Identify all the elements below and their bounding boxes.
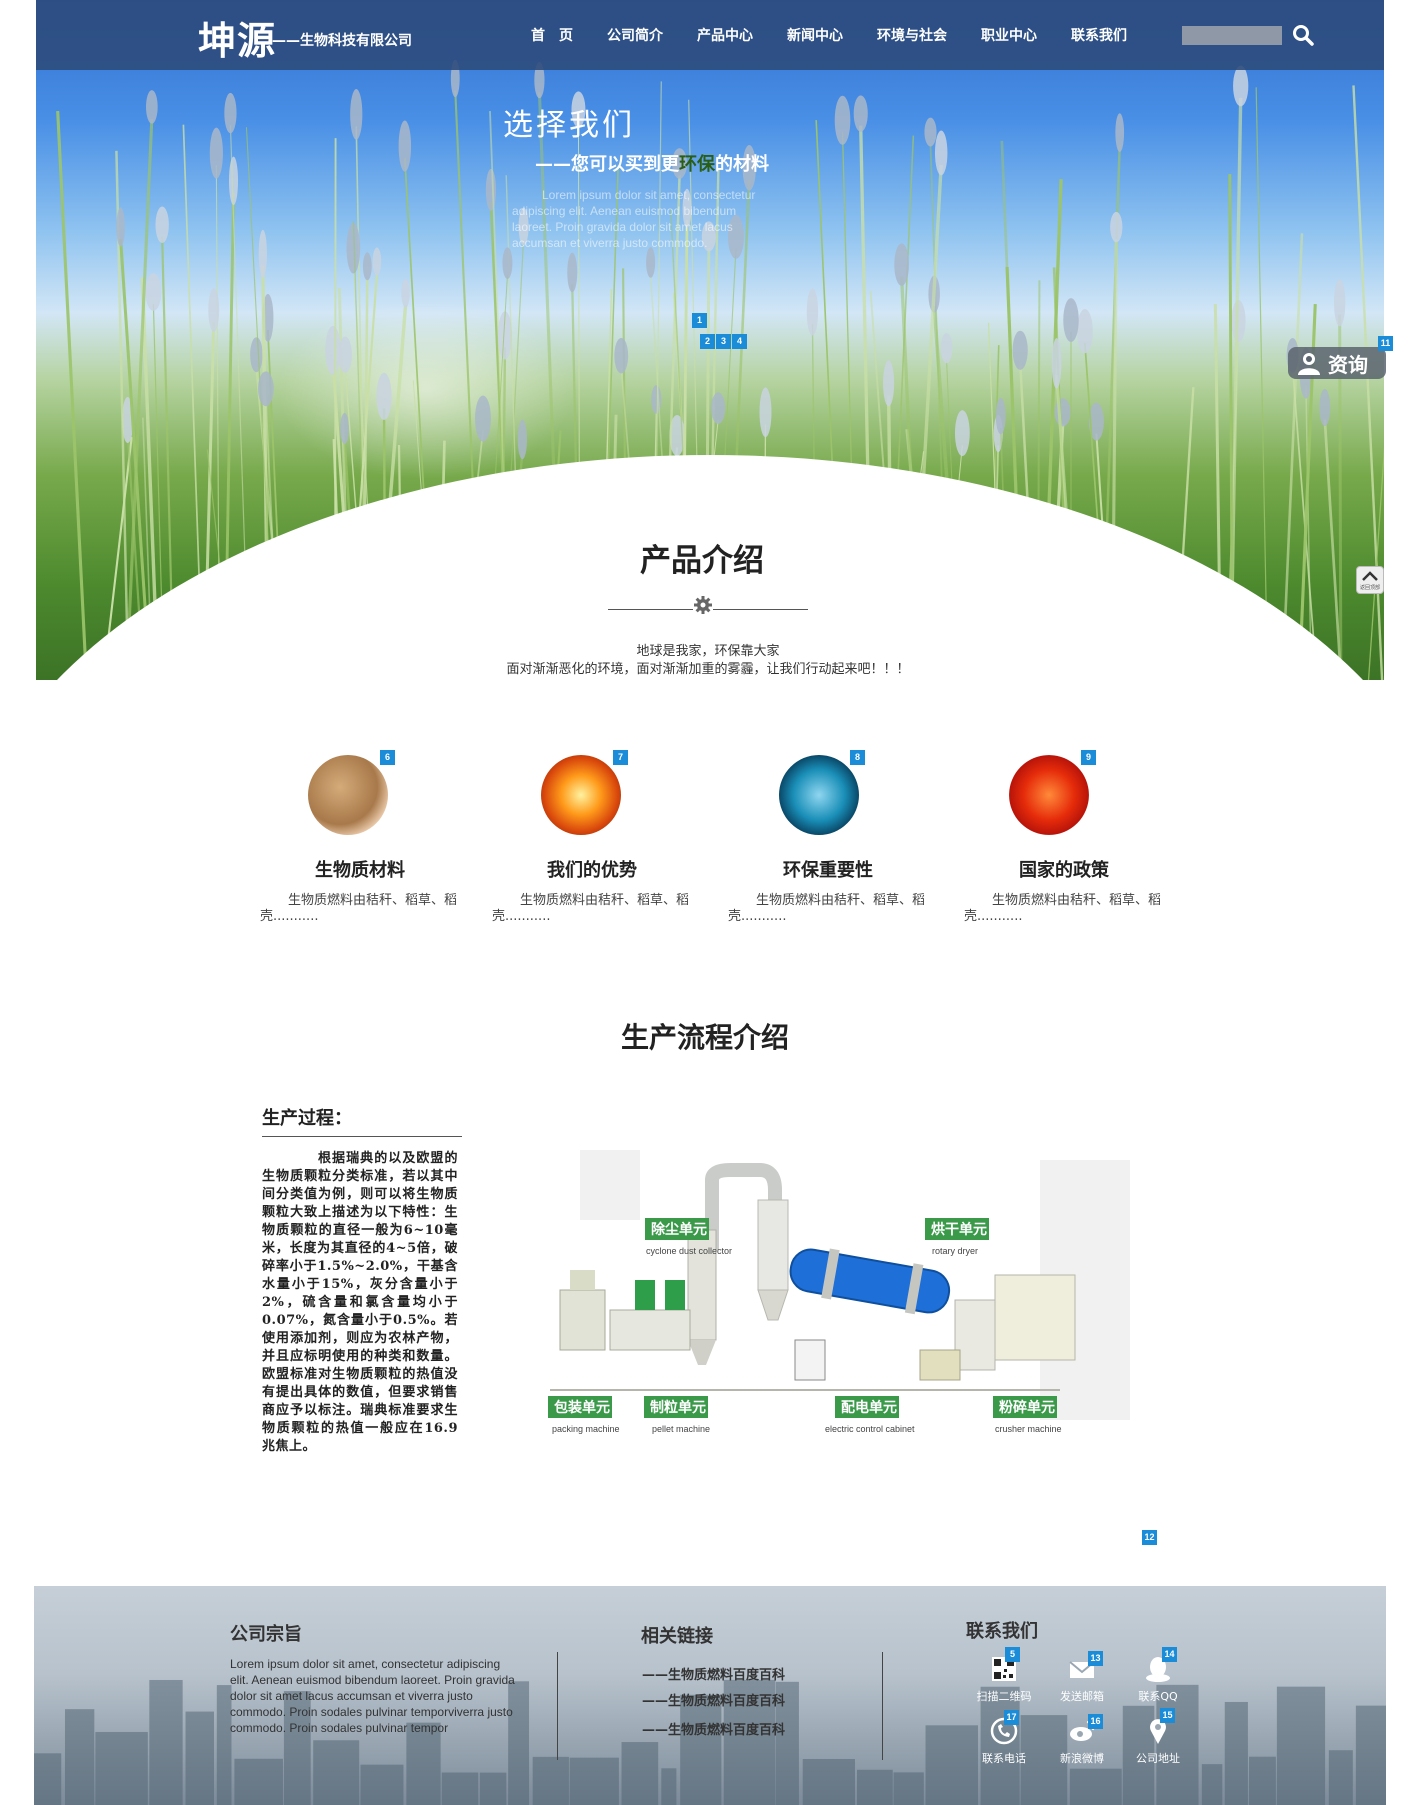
badge-14: 14 — [1162, 1647, 1177, 1662]
contact-label: 公司地址 — [1136, 1752, 1180, 1765]
contact-qq[interactable]: 联系QQ — [1123, 1654, 1193, 1704]
hero-description: Lorem ipsum dolor sit amet, consectetur … — [512, 188, 756, 250]
footer-links-title: 相关链接 — [641, 1626, 713, 1647]
unit-label-crusher: 粉碎单元 — [999, 1399, 1055, 1416]
nav-menu: 首 页 公司简介 产品中心 新闻中心 环境与社会 职业中心 联系我们 — [531, 25, 1161, 45]
badge-5: 5 — [1005, 1647, 1020, 1662]
consult-button[interactable]: 资询 — [1288, 347, 1386, 379]
footer-mission-title: 公司宗旨 — [230, 1624, 302, 1645]
unit-en-pellet: pellet machine — [652, 1424, 710, 1434]
badge-17: 17 — [1004, 1710, 1019, 1725]
badge-13: 13 — [1088, 1651, 1103, 1666]
chevron-up-icon — [1362, 571, 1378, 581]
card-desc: 生物质燃料由秸秆、稻草、稻壳........... — [728, 893, 926, 924]
nav-item-news[interactable]: 新闻中心 — [787, 25, 843, 45]
consult-label: 资询 — [1328, 352, 1368, 377]
contact-email[interactable]: 发送邮箱 — [1047, 1654, 1117, 1704]
nav-item-contact[interactable]: 联系我们 — [1071, 25, 1127, 45]
earth-image[interactable] — [779, 755, 859, 835]
footer-divider — [882, 1652, 883, 1760]
production-line-diagram: 除尘单元 烘干单元 包装单元 制粒单元 配电单元 粉碎单元 cyclone du… — [548, 1150, 1130, 1434]
brand-subtitle: ——生物科技有限公司 — [272, 33, 412, 49]
unit-label-pellet: 制粒单元 — [650, 1399, 706, 1416]
badge-12: 12 — [1142, 1530, 1157, 1545]
hero-subtitle-highlight: 环保 — [679, 154, 715, 175]
products-intro-line2: 面对渐渐恶化的环境，面对渐渐加重的雾霾，让我们行动起来吧！！！ — [506, 662, 910, 677]
process-title: 生产流程介绍 — [621, 1021, 790, 1054]
unit-en-dryer: rotary dryer — [932, 1246, 978, 1256]
search-icon[interactable] — [1292, 24, 1314, 46]
footer-link-1[interactable]: ——生物质燃料百度百科 — [642, 1664, 785, 1683]
slide-indicator-4[interactable]: 4 — [732, 334, 747, 349]
nav-item-environment[interactable]: 环境与社会 — [877, 25, 947, 45]
footer-divider — [557, 1652, 558, 1760]
contact-qrcode[interactable]: 扫描二维码 — [969, 1654, 1039, 1704]
contact-label: 新浪微博 — [1060, 1752, 1104, 1765]
card-title: 国家的政策 — [1019, 860, 1109, 881]
process-divider — [262, 1136, 462, 1137]
fire-image[interactable] — [541, 755, 621, 835]
contact-weibo[interactable]: 新浪微博 — [1047, 1716, 1117, 1766]
footer: 公司宗旨 Lorem ipsum dolor sit amet, consect… — [34, 1586, 1386, 1805]
nav-item-home[interactable]: 首 页 — [531, 25, 573, 45]
unit-label-dust: 除尘单元 — [651, 1221, 707, 1238]
badge-6: 6 — [380, 750, 395, 765]
products-title: 产品介绍 — [640, 543, 764, 579]
contact-label: 联系电话 — [982, 1752, 1026, 1765]
unit-en-dust: cyclone dust collector — [646, 1246, 732, 1256]
back-to-top-label: 返回顶部 — [1359, 585, 1380, 591]
slide-indicator-3[interactable]: 3 — [716, 334, 731, 349]
products-intro-line1: 地球是我家，环保靠大家 — [636, 644, 780, 659]
contact-label: 扫描二维码 — [976, 1690, 1032, 1703]
hero-subtitle-suffix: 的材料 — [715, 154, 769, 175]
back-to-top-button[interactable]: 返回顶部 — [1356, 566, 1384, 594]
card-desc: 生物质燃料由秸秆、稻草、稻壳........... — [260, 893, 458, 924]
unit-label-packing: 包装单元 — [554, 1399, 610, 1416]
slide-indicator-1[interactable]: 1 — [692, 313, 707, 328]
contact-label: 发送邮箱 — [1060, 1690, 1104, 1703]
page: 坤源 ——生物科技有限公司 首 页 公司简介 产品中心 新闻中心 环境与社会 职… — [0, 0, 1416, 1805]
brand-name[interactable]: 坤源 — [198, 10, 276, 65]
slide-indicator-2[interactable]: 2 — [700, 334, 715, 349]
search-input[interactable] — [1182, 26, 1282, 45]
china-map-image[interactable] — [1009, 755, 1089, 835]
hero-title: 选择我们 — [503, 108, 635, 143]
contact-address[interactable]: 公司地址 — [1123, 1716, 1193, 1766]
unit-en-packing: packing machine — [552, 1424, 620, 1434]
unit-en-electric: electric control cabinet — [825, 1424, 915, 1434]
pellet-image[interactable] — [308, 755, 388, 835]
user-icon — [1298, 353, 1320, 375]
footer-mission-text: Lorem ipsum dolor sit amet, consectetur … — [230, 1657, 515, 1735]
card-desc: 生物质燃料由秸秆、稻草、稻壳........... — [492, 893, 690, 924]
badge-9: 9 — [1081, 750, 1096, 765]
process-label: 生产过程： — [262, 1108, 352, 1129]
nav-item-careers[interactable]: 职业中心 — [981, 25, 1037, 45]
badge-8: 8 — [850, 750, 865, 765]
unit-label-dryer: 烘干单元 — [931, 1221, 987, 1238]
badge-7: 7 — [613, 750, 628, 765]
badge-16: 16 — [1088, 1714, 1103, 1729]
contact-label: 联系QQ — [1138, 1690, 1178, 1703]
badge-15: 15 — [1160, 1708, 1175, 1723]
card-title: 我们的优势 — [547, 860, 637, 881]
unit-label-electric: 配电单元 — [841, 1399, 897, 1416]
nav-item-products[interactable]: 产品中心 — [697, 25, 753, 45]
card-desc: 生物质燃料由秸秆、稻草、稻壳........... — [964, 893, 1162, 924]
hero-subtitle-prefix: ——您可以买到更 — [535, 154, 679, 175]
process-text: 根据瑞典的以及欧盟的生物质颗粒分类标准，若以其中间分类值为例，则可以将生物质颗粒… — [262, 1151, 458, 1454]
nav-item-about[interactable]: 公司简介 — [607, 25, 663, 45]
unit-en-crusher: crusher machine — [995, 1424, 1062, 1434]
card-title: 环保重要性 — [783, 860, 873, 881]
top-nav: 坤源 ——生物科技有限公司 首 页 公司简介 产品中心 新闻中心 环境与社会 职… — [36, 0, 1384, 70]
footer-link-2[interactable]: ——生物质燃料百度百科 — [642, 1690, 785, 1709]
gear-icon — [693, 595, 713, 615]
footer-contact-title: 联系我们 — [966, 1621, 1038, 1642]
footer-link-3[interactable]: ——生物质燃料百度百科 — [642, 1719, 785, 1738]
hero-subtitle: ——您可以买到更环保的材料 — [535, 150, 769, 176]
card-title: 生物质材料 — [315, 860, 405, 881]
badge-11: 11 — [1378, 336, 1393, 351]
